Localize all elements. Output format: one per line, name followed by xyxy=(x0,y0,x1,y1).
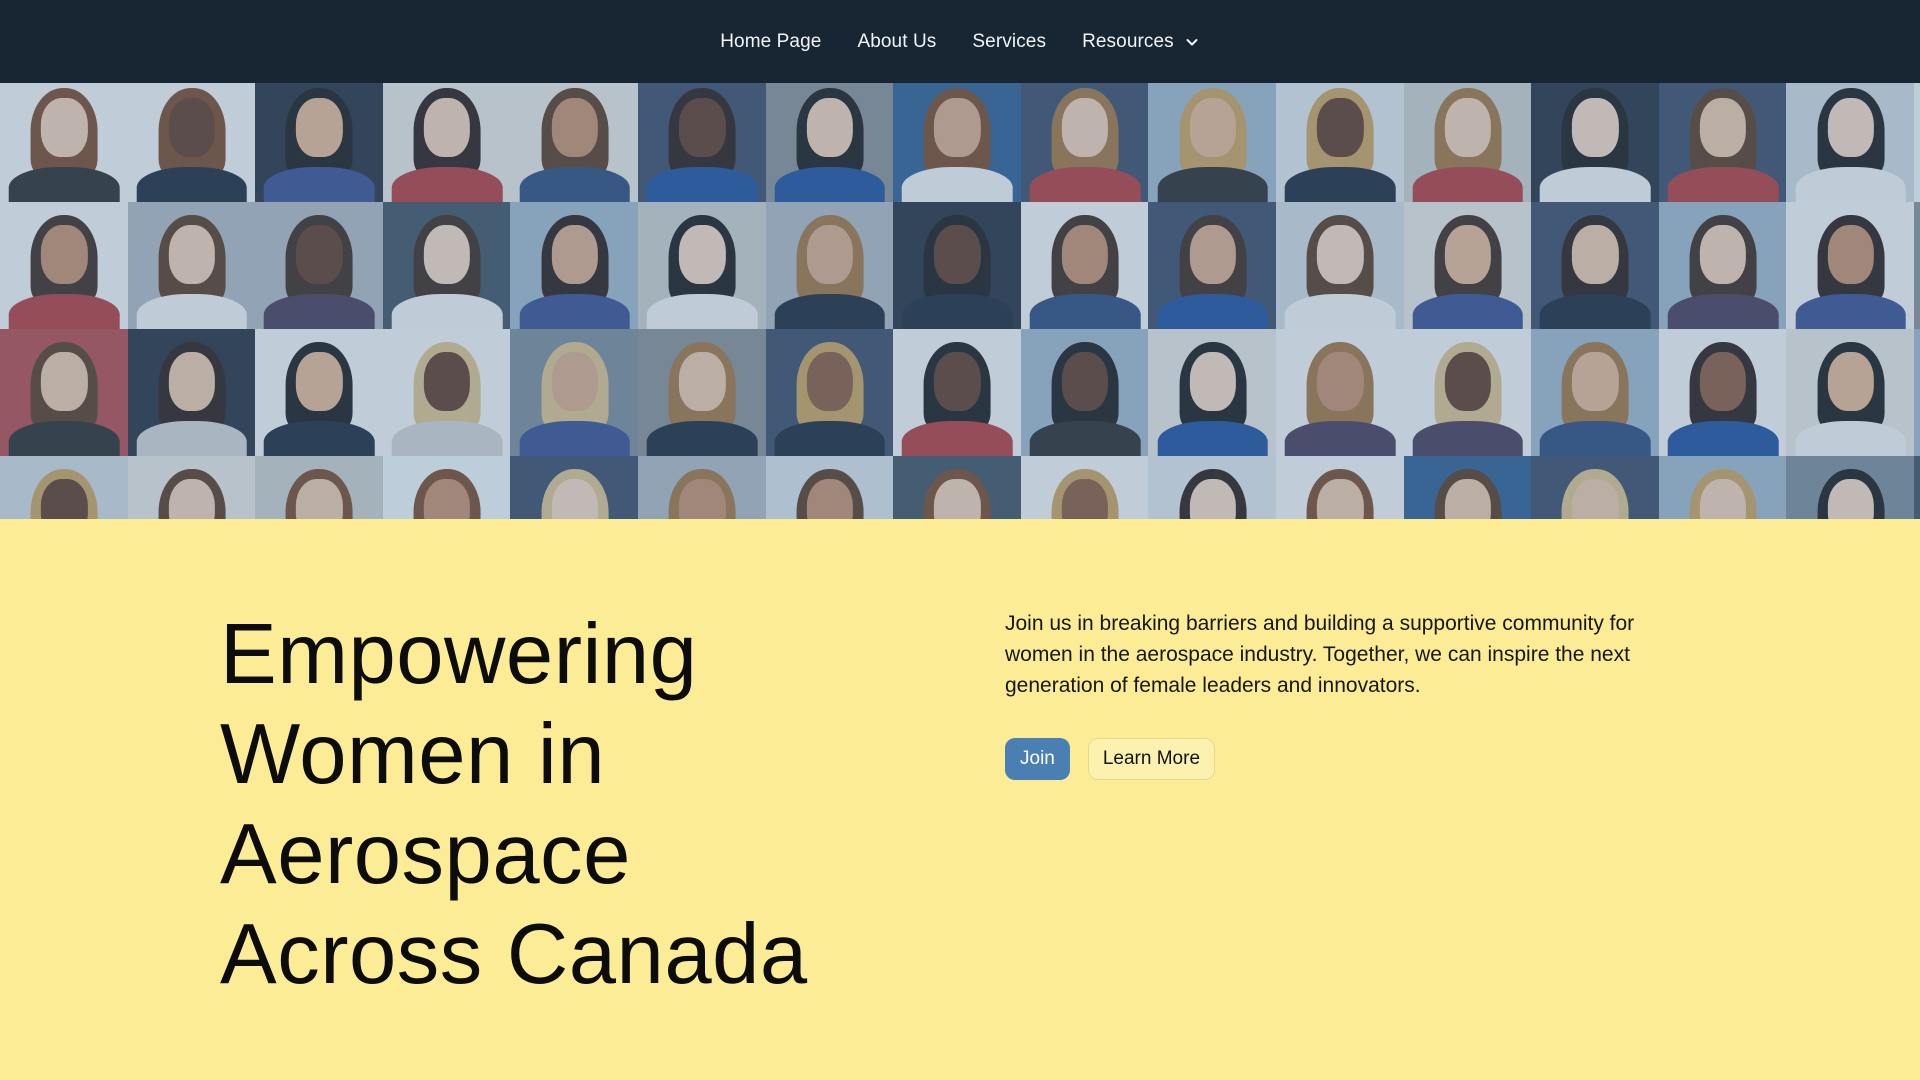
hero-intro: Join us in breaking barriers and buildin… xyxy=(1005,608,1705,780)
nav-item-label: Home Page xyxy=(720,30,822,52)
member-photo xyxy=(893,83,1022,203)
member-photo xyxy=(255,83,384,203)
member-photo xyxy=(382,329,512,457)
member-photo xyxy=(1403,456,1533,519)
hero-title-line: Women in xyxy=(220,707,606,802)
member-photo-mosaic xyxy=(0,83,1920,519)
member-photo xyxy=(1020,202,1150,330)
hero-title-line: Empowering xyxy=(220,607,698,702)
member-photo xyxy=(1786,329,1915,457)
member-photo xyxy=(1020,456,1150,519)
member-photo xyxy=(1658,83,1788,203)
hero-description: Join us in breaking barriers and buildin… xyxy=(1005,612,1635,697)
member-photo xyxy=(382,456,512,519)
member-photo xyxy=(1020,83,1150,203)
member-photo xyxy=(1403,202,1533,330)
member-photo xyxy=(1148,202,1277,330)
member-photo xyxy=(127,202,257,330)
member-photo xyxy=(1276,83,1405,203)
member-photo xyxy=(638,329,767,457)
member-photo xyxy=(127,83,257,203)
member-photo xyxy=(1914,83,1920,203)
member-photo xyxy=(638,202,767,330)
chevron-down-icon xyxy=(1186,38,1198,45)
member-photo xyxy=(0,456,129,519)
member-photo xyxy=(1276,202,1405,330)
member-photo xyxy=(1658,456,1788,519)
member-photo xyxy=(255,456,384,519)
member-photo xyxy=(1658,202,1788,330)
nav-item-label: About Us xyxy=(857,30,937,52)
member-photo xyxy=(1403,329,1533,457)
hero-actions: Join Learn More xyxy=(1005,738,1705,780)
member-photo xyxy=(255,329,384,457)
member-photo xyxy=(1914,202,1920,330)
member-photo xyxy=(0,83,129,203)
member-photo xyxy=(1531,83,1660,203)
member-photo xyxy=(382,83,512,203)
learn-more-button[interactable]: Learn More xyxy=(1087,738,1216,780)
hero-title-line: Across Canada xyxy=(220,907,808,1002)
member-photo xyxy=(1148,83,1277,203)
member-photo xyxy=(893,202,1022,330)
member-photo xyxy=(765,329,895,457)
member-photo xyxy=(765,202,895,330)
member-photo xyxy=(510,329,639,457)
member-photo xyxy=(510,456,639,519)
member-photo xyxy=(1786,456,1915,519)
member-photo xyxy=(1531,456,1660,519)
member-photo xyxy=(1276,329,1405,457)
nav-item-label: Resources xyxy=(1082,30,1174,52)
member-photo xyxy=(0,202,129,330)
member-photo xyxy=(1531,329,1660,457)
hero-title-line: Aerospace xyxy=(220,807,631,902)
member-photo xyxy=(1403,83,1533,203)
member-photo xyxy=(1914,329,1920,457)
nav-item-resources[interactable]: Resources xyxy=(1064,31,1218,53)
nav-item-label: Services xyxy=(972,30,1047,52)
member-photo xyxy=(127,456,257,519)
member-photo xyxy=(1914,456,1920,519)
hero-title: Empowering Women in Aerospace Across Can… xyxy=(220,605,920,1005)
nav-item-services[interactable]: Services xyxy=(954,31,1064,53)
landing-page: Home Page About Us Services Resources Em… xyxy=(0,0,1920,1080)
member-photo xyxy=(765,456,895,519)
member-photo xyxy=(765,83,895,203)
member-photo xyxy=(1658,329,1788,457)
member-photo xyxy=(255,202,384,330)
member-photo xyxy=(638,83,767,203)
member-photo xyxy=(893,456,1022,519)
member-photo xyxy=(1020,329,1150,457)
member-photo xyxy=(1148,329,1277,457)
member-photo xyxy=(510,83,639,203)
member-photo xyxy=(127,329,257,457)
member-photo xyxy=(0,329,129,457)
member-photo xyxy=(1786,202,1915,330)
nav-item-about-us[interactable]: About Us xyxy=(839,31,954,53)
top-navigation: Home Page About Us Services Resources xyxy=(0,0,1920,83)
member-photo xyxy=(893,329,1022,457)
member-photo xyxy=(638,456,767,519)
member-photo xyxy=(1786,83,1915,203)
member-photo xyxy=(382,202,512,330)
member-photo xyxy=(510,202,639,330)
nav-item-home-page[interactable]: Home Page xyxy=(702,31,839,53)
member-photo xyxy=(1276,456,1405,519)
member-photo xyxy=(1148,456,1277,519)
member-photo xyxy=(1531,202,1660,330)
join-button[interactable]: Join xyxy=(1005,738,1070,780)
